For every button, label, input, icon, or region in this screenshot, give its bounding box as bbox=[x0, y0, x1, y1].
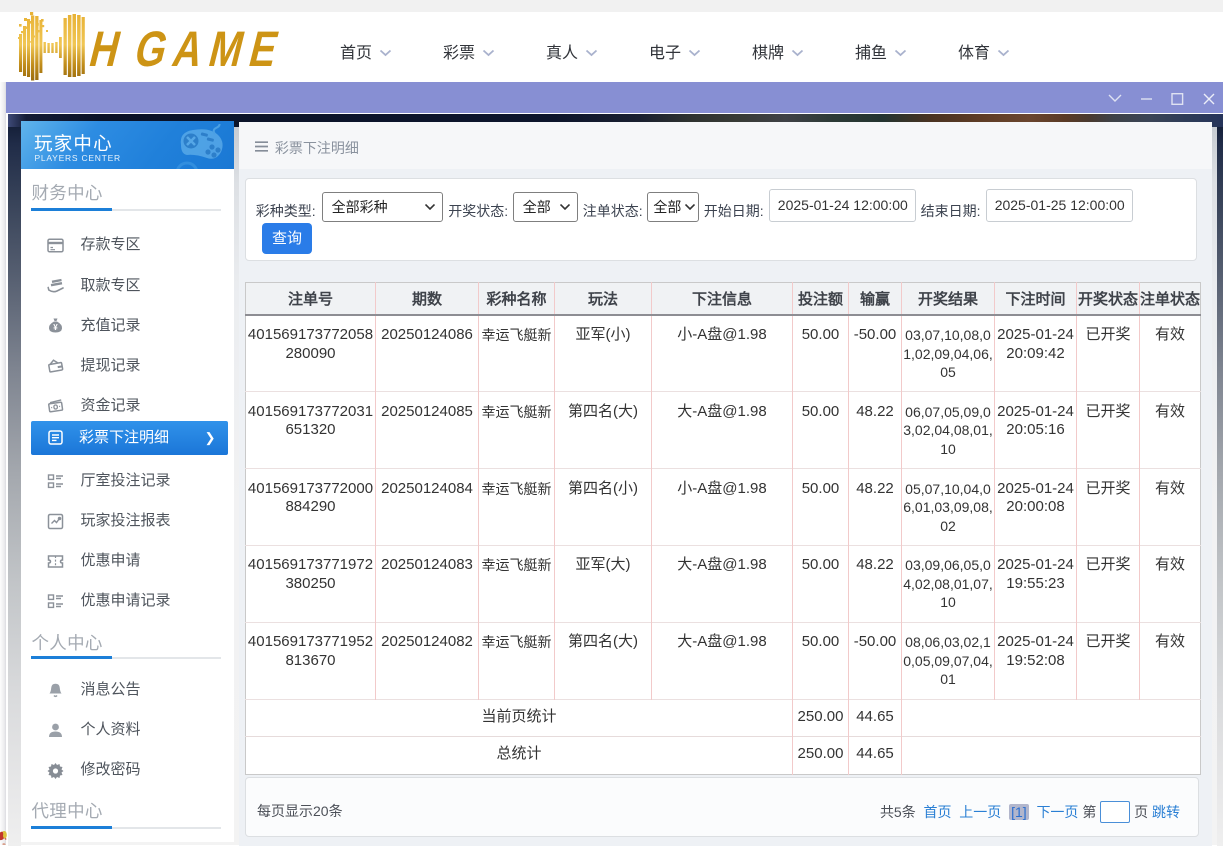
svg-text:H: H bbox=[84, 21, 126, 77]
svg-text:¥: ¥ bbox=[53, 323, 58, 332]
svg-text:GAME: GAME bbox=[130, 21, 292, 77]
